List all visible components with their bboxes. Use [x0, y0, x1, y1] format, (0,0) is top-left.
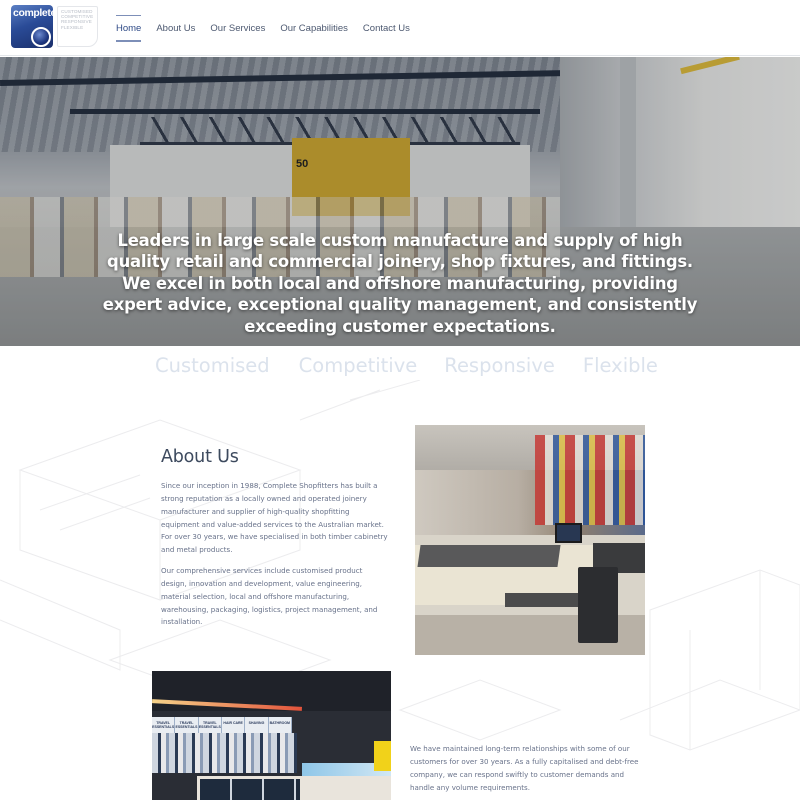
value-responsive: Responsive — [444, 354, 555, 377]
about-paragraph: Our comprehensive services include custo… — [161, 566, 378, 627]
background-line-drawing — [0, 380, 800, 751]
company-logo[interactable]: complete CUSTOMISED COMPETITIVE RESPONSI… — [11, 5, 99, 49]
hero-headline: Leaders in large scale custom manufactur… — [102, 231, 698, 336]
store-banner: SHAVING — [245, 717, 269, 733]
value-competitive: Competitive — [298, 354, 418, 377]
site-header: complete CUSTOMISED COMPETITIVE RESPONSI… — [0, 0, 800, 56]
logo-tagline-card: CUSTOMISED COMPETITIVE RESPONSIVE FLEXIB… — [57, 6, 98, 47]
store-banner: TRAVEL ESSENTIALS — [152, 717, 176, 733]
nav-about-us[interactable]: About Us — [156, 17, 195, 40]
logo-tagline: RESPONSIVE — [61, 19, 92, 25]
hero-section: 50 Leaders in large scale custom manufac… — [0, 57, 800, 346]
logo-mark: complete — [11, 5, 53, 48]
logo-tagline: FLEXIBLE — [61, 24, 84, 30]
logo-wordmark: complete — [13, 7, 53, 19]
store-banner: TRAVEL ESSENTIALS — [199, 717, 222, 733]
value-customised: Customised — [155, 354, 270, 377]
nav-our-capabilities[interactable]: Our Capabilities — [280, 17, 348, 40]
about-paragraph: Since our inception in 1988, Complete Sh… — [161, 481, 388, 555]
nav-our-services[interactable]: Our Services — [210, 17, 265, 40]
relationships-paragraph: We have maintained long-term relationshi… — [410, 744, 639, 792]
store-banner: BATHROOM — [269, 717, 292, 733]
logo-circle-icon — [31, 27, 51, 47]
values-strip: Customised Competitive Responsive Flexib… — [155, 354, 658, 377]
nav-contact-us[interactable]: Contact Us — [363, 17, 410, 40]
nav-home[interactable]: Home — [116, 14, 142, 42]
store-banner: TRAVEL ESSENTIALS — [175, 717, 199, 733]
checkout-photo — [415, 425, 645, 655]
store-banner-row: TRAVEL ESSENTIALS TRAVEL ESSENTIALS TRAV… — [152, 717, 292, 733]
main-nav: Home About Us Our Services Our Capabilit… — [116, 0, 425, 56]
about-title: About Us — [161, 447, 239, 467]
value-flexible: Flexible — [582, 354, 658, 377]
store-banner: HAIR CARE — [222, 717, 246, 733]
store-photo: TRAVEL ESSENTIALS TRAVEL ESSENTIALS TRAV… — [152, 671, 391, 800]
